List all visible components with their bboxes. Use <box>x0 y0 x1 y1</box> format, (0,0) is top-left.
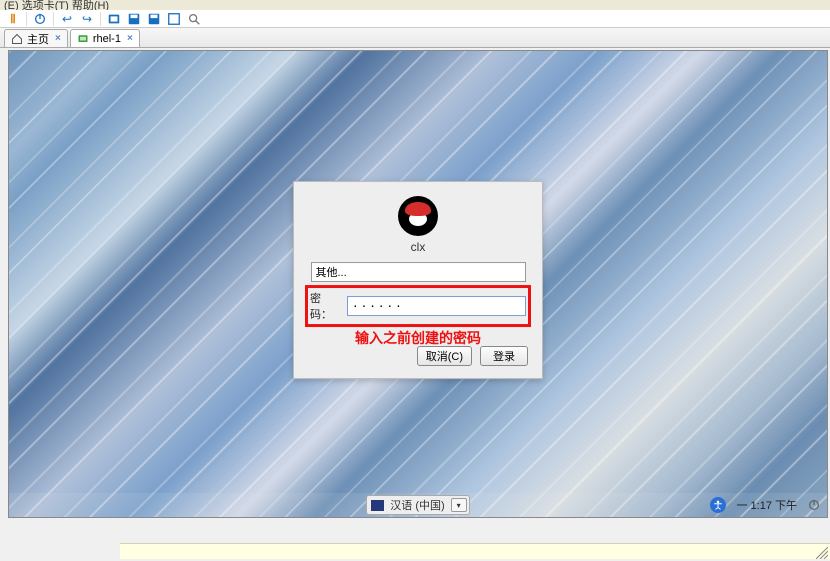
clock-text: 一 1:17 下午 <box>736 497 797 513</box>
flag-icon <box>371 500 384 511</box>
info-bar <box>120 543 830 559</box>
resize-grip-icon[interactable] <box>816 547 828 559</box>
other-user-input[interactable] <box>311 262 526 282</box>
annotation-text: 输入之前创建的密码 <box>308 328 528 348</box>
search-icon[interactable] <box>187 12 201 26</box>
expand-icon[interactable] <box>167 12 181 26</box>
chevron-down-icon[interactable]: ▾ <box>451 498 467 512</box>
toolbar: Ⅱ ↩ ↪ <box>0 10 830 28</box>
arrow-next-icon[interactable]: ↪ <box>80 12 94 26</box>
arrow-prev-icon[interactable]: ↩ <box>60 12 74 26</box>
guest-viewport[interactable]: clx 密码： 输入之前创建的密码 取消(C) 登录 汉语 (中国) ▾ 一 1… <box>8 50 828 518</box>
password-label: 密码： <box>310 290 341 322</box>
power-icon[interactable] <box>807 498 821 512</box>
close-icon[interactable]: × <box>127 33 133 44</box>
login-panel: clx 密码： 输入之前创建的密码 取消(C) 登录 <box>293 181 543 379</box>
separator <box>26 12 27 26</box>
redhat-logo <box>398 196 438 236</box>
tab-home[interactable]: 主页 × <box>4 29 68 47</box>
login-button[interactable]: 登录 <box>480 346 528 366</box>
button-row: 取消(C) 登录 <box>308 346 528 366</box>
password-row: 密码： <box>308 288 528 324</box>
separator <box>100 12 101 26</box>
accessibility-icon[interactable] <box>710 497 726 513</box>
close-icon[interactable]: × <box>55 33 61 44</box>
screenshot-icon[interactable] <box>107 12 121 26</box>
power-icon[interactable] <box>33 12 47 26</box>
host-status-bar <box>0 518 830 561</box>
tab-label: rhel-1 <box>93 33 121 45</box>
separator <box>53 12 54 26</box>
language-selector[interactable]: 汉语 (中国) ▾ <box>366 495 469 515</box>
cancel-button[interactable]: 取消(C) <box>417 346 472 366</box>
login-username: clx <box>308 240 528 254</box>
vm-icon <box>77 33 89 45</box>
pause-icon[interactable]: Ⅱ <box>6 12 20 26</box>
disk-icon[interactable] <box>127 12 141 26</box>
guest-bottom-panel: 汉语 (中国) ▾ 一 1:17 下午 <box>9 493 827 517</box>
menubar-text: (E) 选项卡(T) 帮助(H) <box>4 0 109 10</box>
tab-bar: 主页 × rhel-1 × <box>0 28 830 48</box>
panel-right: 一 1:17 下午 <box>710 497 821 513</box>
menubar: (E) 选项卡(T) 帮助(H) <box>0 0 830 10</box>
password-input[interactable] <box>347 296 526 316</box>
disk-icon-2[interactable] <box>147 12 161 26</box>
home-icon <box>11 33 23 45</box>
language-label: 汉语 (中国) <box>390 497 444 513</box>
tab-rhel1[interactable]: rhel-1 × <box>70 29 140 47</box>
tab-label: 主页 <box>27 31 49 47</box>
